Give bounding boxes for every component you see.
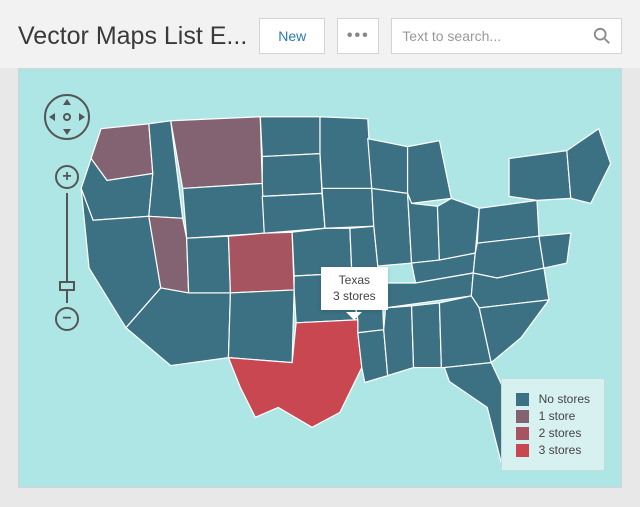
state-la[interactable] <box>358 330 388 383</box>
map-panel: + − Texas 3 stores No stores 1 store 2 s… <box>18 68 622 488</box>
state-il[interactable] <box>372 188 412 266</box>
state-al[interactable] <box>412 303 442 368</box>
legend-row: No stores <box>516 392 590 406</box>
state-co[interactable] <box>228 232 294 293</box>
legend-swatch <box>516 427 529 440</box>
state-sd[interactable] <box>262 154 322 197</box>
search-input[interactable] <box>402 28 593 44</box>
state-mt[interactable] <box>171 117 263 189</box>
legend-swatch <box>516 444 529 457</box>
legend-row: 1 store <box>516 409 590 423</box>
more-icon: ••• <box>347 27 370 45</box>
state-ms[interactable] <box>384 306 414 376</box>
state-ia[interactable] <box>322 188 374 228</box>
state-ut[interactable] <box>187 236 231 293</box>
tooltip-detail: 3 stores <box>333 289 376 305</box>
state-mn[interactable] <box>320 117 372 189</box>
map-legend: No stores 1 store 2 stores 3 stores <box>501 378 605 471</box>
more-button[interactable]: ••• <box>337 18 379 54</box>
legend-label: 1 store <box>539 409 576 423</box>
search-box[interactable] <box>391 18 622 54</box>
legend-row: 2 stores <box>516 426 590 440</box>
legend-swatch <box>516 410 529 423</box>
zoom-in-button[interactable]: + <box>55 165 79 189</box>
tooltip-state: Texas <box>333 273 376 289</box>
state-md-de[interactable] <box>539 233 571 268</box>
header-bar: Vector Maps List E... New ••• <box>0 0 640 68</box>
page-title: Vector Maps List E... <box>18 22 247 51</box>
pan-icon <box>43 93 91 141</box>
search-icon <box>593 27 611 45</box>
new-button[interactable]: New <box>259 18 325 54</box>
legend-label: 2 stores <box>539 426 582 440</box>
state-mi[interactable] <box>408 141 452 204</box>
state-in[interactable] <box>408 193 440 263</box>
legend-swatch <box>516 393 529 406</box>
state-new-england[interactable] <box>567 129 611 204</box>
zoom-control: + − <box>55 165 79 331</box>
pan-control[interactable] <box>43 93 91 141</box>
map-tooltip: Texas 3 stores <box>321 267 388 310</box>
state-nm[interactable] <box>228 290 294 363</box>
zoom-slider-handle[interactable] <box>59 281 75 291</box>
state-wi[interactable] <box>368 139 408 194</box>
state-oh[interactable] <box>437 198 479 260</box>
state-ny[interactable] <box>509 151 571 201</box>
zoom-out-button[interactable]: − <box>55 307 79 331</box>
state-nd[interactable] <box>260 117 320 157</box>
zoom-slider-track[interactable] <box>66 193 68 303</box>
state-wy[interactable] <box>183 183 265 238</box>
state-ne[interactable] <box>262 193 325 233</box>
legend-label: No stores <box>539 392 590 406</box>
legend-row: 3 stores <box>516 443 590 457</box>
legend-label: 3 stores <box>539 443 582 457</box>
state-sc[interactable] <box>479 300 549 363</box>
